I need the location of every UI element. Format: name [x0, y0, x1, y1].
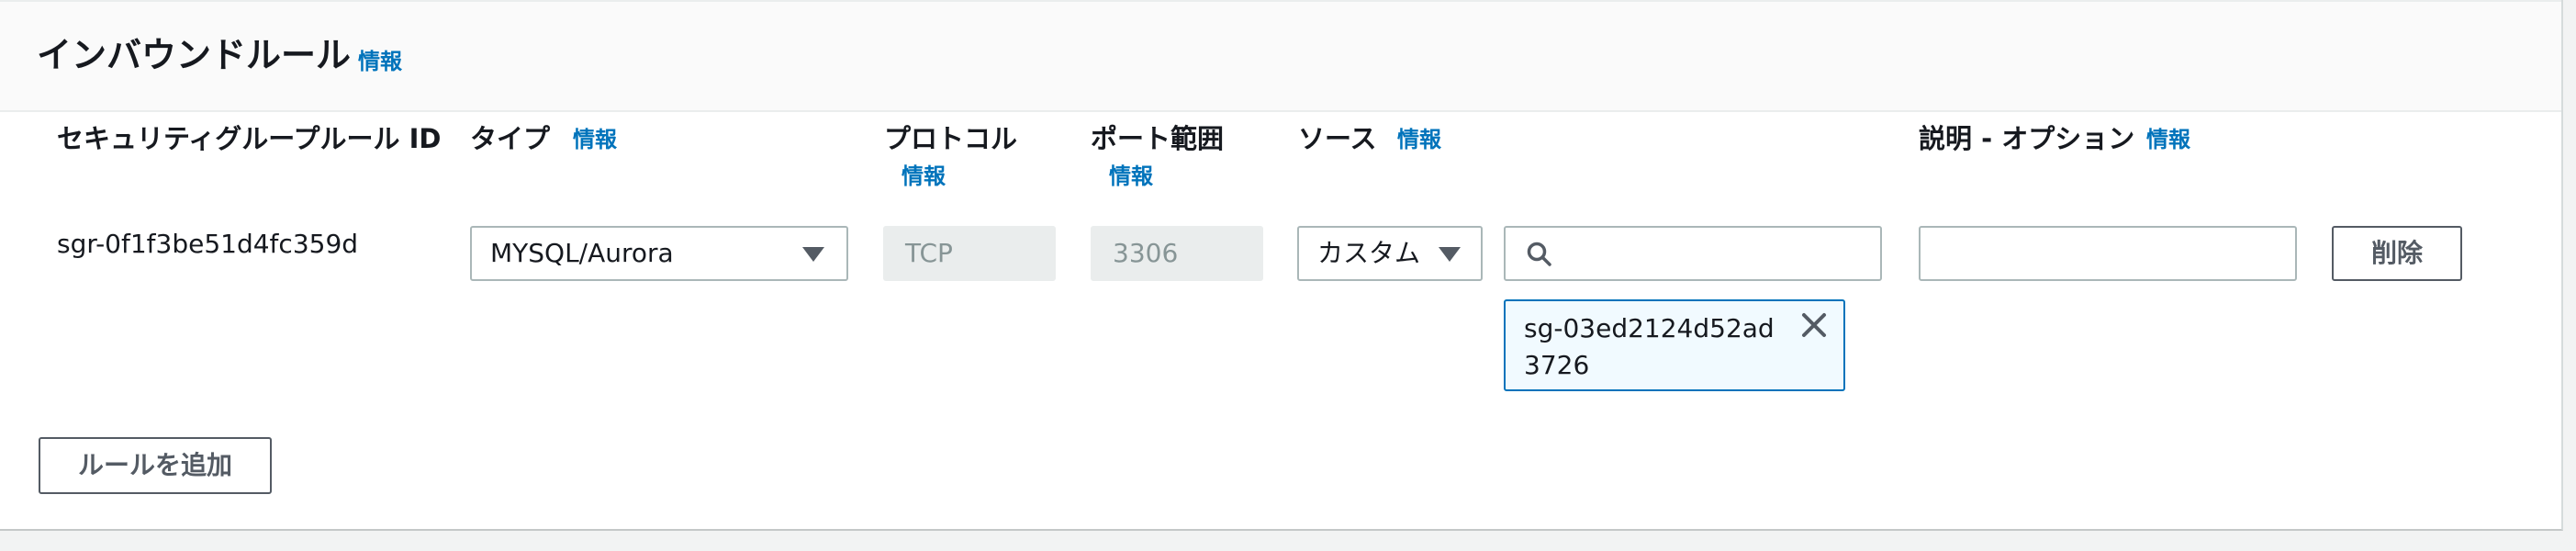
column-header-rule-id: セキュリティグループルール ID	[57, 123, 442, 154]
type-select-value: MYSQL/Aurora	[490, 238, 674, 268]
description-info-link[interactable]: 情報	[2146, 126, 2190, 153]
source-type-value: カスタム	[1317, 238, 1421, 268]
column-header-protocol: プロトコル	[884, 123, 1018, 154]
type-select[interactable]: MYSQL/Aurora	[470, 226, 848, 281]
panel-header: インバウンドルール 情報	[0, 0, 2561, 112]
column-header-source: ソース	[1298, 123, 1377, 154]
port-range-value: 3306	[1113, 238, 1179, 268]
description-input[interactable]	[1919, 226, 2297, 281]
column-header-description: 説明 - オプション	[1919, 123, 2135, 154]
inbound-rules-panel: インバウンドルール 情報 セキュリティグループルール ID タイプ 情報 プロト…	[0, 0, 2563, 531]
search-icon	[1527, 242, 1551, 266]
source-type-select[interactable]: カスタム	[1297, 226, 1483, 281]
source-token: sg-03ed2124d52ad3726	[1504, 299, 1845, 391]
close-icon[interactable]	[1799, 310, 1829, 340]
delete-button[interactable]: 削除	[2332, 226, 2462, 281]
source-token-label: sg-03ed2124d52ad3726	[1524, 313, 1775, 380]
port-range-info-link[interactable]: 情報	[1109, 163, 1153, 190]
section-info-link[interactable]: 情報	[358, 48, 402, 75]
caret-down-icon	[802, 247, 824, 262]
protocol-value: TCP	[905, 238, 953, 268]
add-rule-button[interactable]: ルールを追加	[39, 437, 272, 494]
protocol-info-link[interactable]: 情報	[902, 163, 946, 190]
port-range-field: 3306	[1091, 226, 1263, 281]
column-header-port-range: ポート範囲	[1091, 123, 1225, 154]
caret-down-icon	[1439, 247, 1461, 262]
source-info-link[interactable]: 情報	[1397, 126, 1441, 153]
type-info-link[interactable]: 情報	[573, 126, 617, 153]
source-search-input[interactable]	[1504, 226, 1882, 281]
column-header-type: タイプ	[470, 123, 551, 154]
protocol-field: TCP	[883, 226, 1056, 281]
section-title: インバウンドルール	[37, 35, 352, 75]
rule-id-value: sgr-0f1f3be51d4fc359d	[57, 229, 359, 259]
